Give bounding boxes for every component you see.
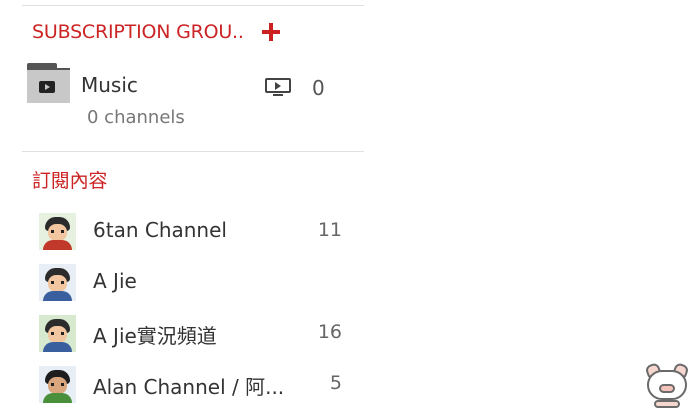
channel-item-6tan[interactable]: 6tan Channel 11 [22,209,364,253]
channel-name: 6tan Channel [93,218,227,242]
subscription-groups-title: SUBSCRIPTION GROU.. [32,21,244,43]
channel-new-count: 11 [317,219,342,241]
video-icon [265,78,291,96]
channel-name: Alan Channel / 阿... [93,375,285,399]
channel-name: A Jie [93,269,137,293]
channel-avatar [39,264,76,301]
group-name: Music [81,73,138,97]
group-item-music[interactable]: Music 0 channels 0 [22,58,364,138]
group-video-count: 0 [312,76,325,100]
channel-item-a-jie-live[interactable]: A Jie實況頻道 16 [22,311,364,355]
channel-avatar [39,366,76,403]
channel-new-count: 16 [317,321,342,343]
pig-mascot-logo [640,360,694,410]
subscriptions-title: 訂閱內容 [32,170,108,192]
add-group-plus-icon[interactable] [262,23,280,41]
channel-avatar [39,213,76,250]
guide-sidebar: SUBSCRIPTION GROU.. Music 0 channels 0 訂… [0,0,364,413]
channel-item-alan[interactable]: Alan Channel / 阿... 5 [22,362,364,406]
channel-name: A Jie實況頻道 [93,324,217,348]
section-divider [22,151,364,152]
channel-item-a-jie[interactable]: A Jie [22,260,364,304]
top-divider [22,5,364,6]
group-channel-count: 0 channels [87,107,185,128]
channel-avatar [39,315,76,352]
folder-play-icon [27,63,70,103]
channel-new-count: 5 [329,372,342,394]
